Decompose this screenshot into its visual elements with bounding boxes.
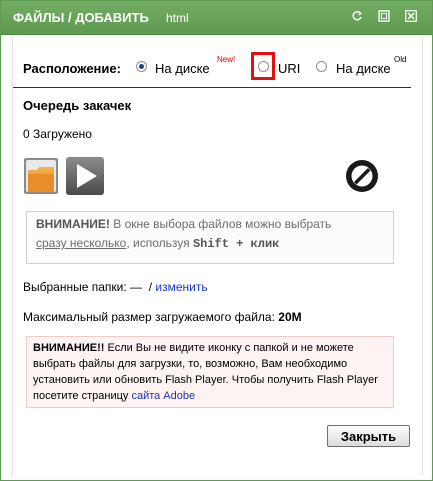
new-badge: New! — [217, 55, 236, 64]
radio-disk-old-label[interactable]: На диске — [336, 61, 391, 76]
window-title: ФАЙЛЫ / ДОБАВИТЬ — [13, 10, 149, 25]
multi-select-hint: ВНИМАНИЕ! В окне выбора файлов можно выб… — [26, 211, 394, 264]
hint-link[interactable]: сразу несколько — [36, 236, 126, 250]
flash-warning: ВНИМАНИЕ!! Если Вы не видите иконку с па… — [26, 336, 394, 408]
max-size-value: 20M — [278, 310, 302, 324]
warning-bold: ВНИМАНИЕ!! — [33, 342, 105, 354]
selected-folders: Выбранные папки: — / изменить — [23, 280, 208, 294]
start-upload-play-icon[interactable] — [65, 156, 105, 196]
folders-separator: / — [148, 280, 153, 294]
divider — [13, 87, 411, 88]
radio-uri-label[interactable]: URI — [278, 61, 300, 76]
old-badge: Old — [394, 55, 407, 64]
hint-text-1: В окне выбора файлов можно выбрать — [109, 217, 332, 231]
uri-highlight-box — [251, 52, 275, 80]
radio-disk-old[interactable] — [316, 61, 327, 72]
title-bar[interactable]: ФАЙЛЫ / ДОБАВИТЬ html — [1, 1, 432, 35]
hint-text-2: , используя — [126, 236, 193, 250]
close-icon[interactable] — [404, 9, 418, 23]
max-size-label: Максимальный размер загружаемого файла: — [23, 310, 275, 324]
queue-heading: Очередь закачек — [23, 98, 132, 113]
adobe-link[interactable]: сайта Adobe — [131, 390, 195, 402]
radio-disk-new[interactable] — [136, 61, 147, 72]
radio-disk-new-label[interactable]: На диске — [155, 61, 210, 76]
close-button[interactable]: Закрыть — [327, 425, 410, 447]
folders-label: Выбранные папки: — [23, 280, 127, 294]
change-folders-link[interactable]: изменить — [155, 280, 207, 294]
cancel-stop-icon[interactable] — [344, 158, 380, 194]
max-size: Максимальный размер загружаемого файла: … — [23, 310, 302, 324]
hint-bold: ВНИМАНИЕ! — [36, 217, 110, 231]
location-label: Расположение: — [23, 61, 121, 76]
refresh-icon[interactable] — [350, 9, 364, 23]
add-files-folder-icon[interactable] — [21, 156, 61, 196]
maximize-icon[interactable] — [377, 9, 391, 23]
window-subtitle: html — [166, 11, 189, 25]
queue-status: 0 Загружено — [23, 127, 92, 141]
hint-shortcut: Shift + клик — [192, 237, 280, 251]
upload-dialog: ФАЙЛЫ / ДОБАВИТЬ html Расположение: На д… — [0, 0, 433, 481]
folders-value: — — [130, 280, 143, 294]
